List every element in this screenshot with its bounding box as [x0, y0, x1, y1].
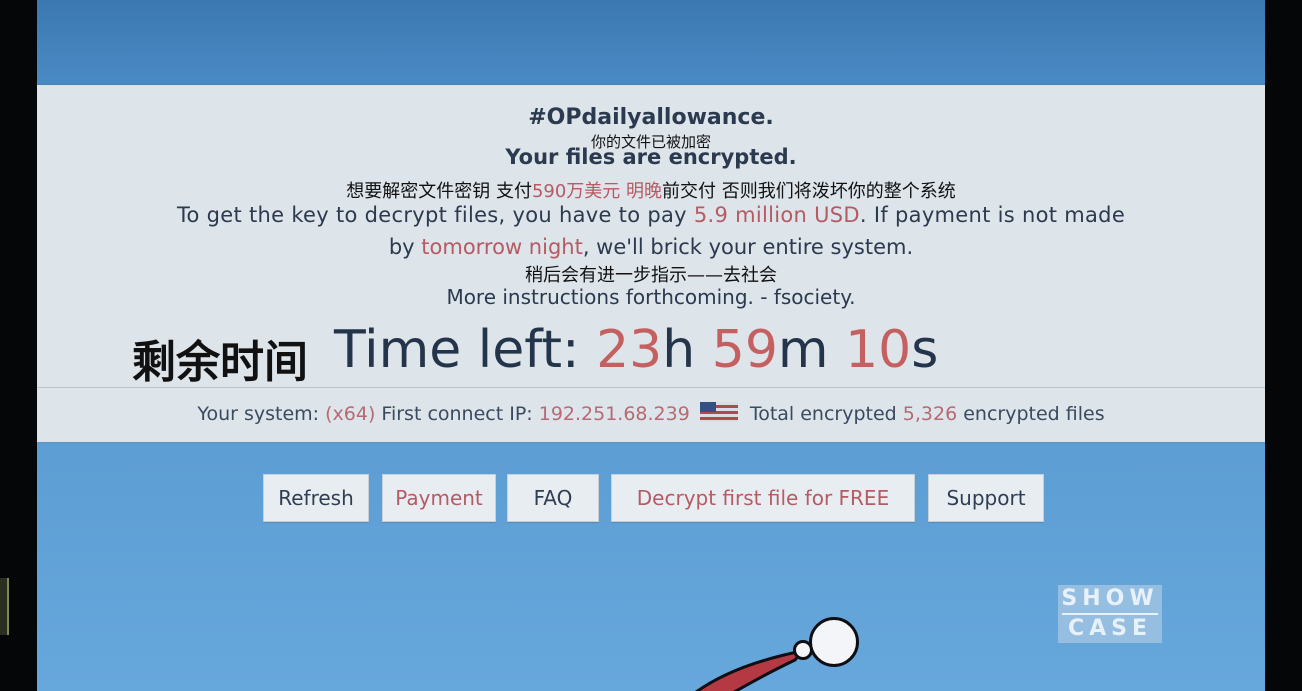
payment-instruction-line: To get the key to decrypt files, you hav… — [37, 203, 1265, 227]
timer-seconds-unit: s — [911, 320, 939, 380]
action-buttons: Refresh Payment FAQ Decrypt first file f… — [37, 474, 1265, 522]
timer-label-cn: 剩余时间 — [132, 337, 308, 388]
timer-hours-unit: h — [662, 320, 712, 380]
hashtag-heading: #OPdailyallowance. — [528, 105, 774, 130]
payment-button[interactable]: Payment — [382, 474, 496, 522]
subtitle-cn-payment: 想要解密文件密钥 支付590万美元 明晚前交付 否则我们将泼坏你的整个系统 — [37, 177, 1265, 203]
timer-seconds: 10 — [845, 320, 912, 380]
logo-line: SHOW — [1061, 586, 1159, 611]
system-label: Your system: — [197, 403, 326, 425]
timer-display: Time left: 23h 59m 10s — [334, 320, 938, 380]
mascot-ball-icon — [809, 617, 859, 667]
divider — [37, 387, 1265, 388]
timer-label: Time left: — [334, 320, 597, 380]
edge-indicator — [0, 578, 9, 635]
subtitle-cn-deadline: 明晚 — [626, 181, 663, 202]
instruction-text: by — [388, 235, 422, 259]
subtitle-cn-instructions: 稍后会有进一步指示——去社会 — [525, 265, 777, 286]
subtitle-cn-part: 想要解密文件密钥 支付 — [346, 181, 532, 202]
deadline-text: tomorrow night — [421, 235, 583, 259]
timer-minutes: 59 — [711, 320, 778, 380]
system-info-bar: Your system: (x64) First connect IP: 192… — [37, 402, 1265, 425]
subtitle-cn-amount: 590万美元 — [531, 181, 621, 202]
us-flag-icon — [699, 402, 738, 422]
total-encrypted-label: Total encrypted — [749, 403, 903, 425]
showcase-logo: SHOW CASE — [1058, 585, 1162, 643]
timer-hours: 23 — [596, 320, 663, 380]
countdown-timer: 剩余时间 Time left: 23h 59m 10s — [37, 318, 1265, 388]
faq-button[interactable]: FAQ — [507, 474, 599, 522]
system-value: (x64) — [325, 403, 376, 425]
instructions-forthcoming: More instructions forthcoming. - fsociet… — [446, 285, 856, 309]
ip-label: First connect IP: — [375, 403, 539, 425]
ip-value: 192.251.68.239 — [538, 403, 690, 425]
refresh-button[interactable]: Refresh — [263, 474, 369, 522]
total-encrypted-suffix: encrypted files — [957, 403, 1105, 425]
instruction-text: , we'll brick your entire system. — [582, 235, 914, 259]
decrypt-free-button[interactable]: Decrypt first file for FREE — [611, 474, 915, 522]
timer-minutes-unit: m — [777, 320, 846, 380]
support-button[interactable]: Support — [928, 474, 1044, 522]
total-encrypted-count: 5,326 — [902, 403, 958, 425]
instruction-text: To get the key to decrypt files, you hav… — [176, 203, 694, 227]
logo-line: CASE — [1067, 616, 1153, 641]
subtitle-cn-part: 前交付 否则我们将泼坏你的整个系统 — [662, 181, 956, 202]
encrypted-title: Your files are encrypted. — [505, 145, 797, 169]
deadline-line: by tomorrow night, we'll brick your enti… — [37, 235, 1265, 259]
mascot-hat-icon — [695, 648, 806, 691]
instruction-text: . If payment is not made — [859, 203, 1126, 227]
ransom-amount: 5.9 million USD — [693, 203, 860, 227]
